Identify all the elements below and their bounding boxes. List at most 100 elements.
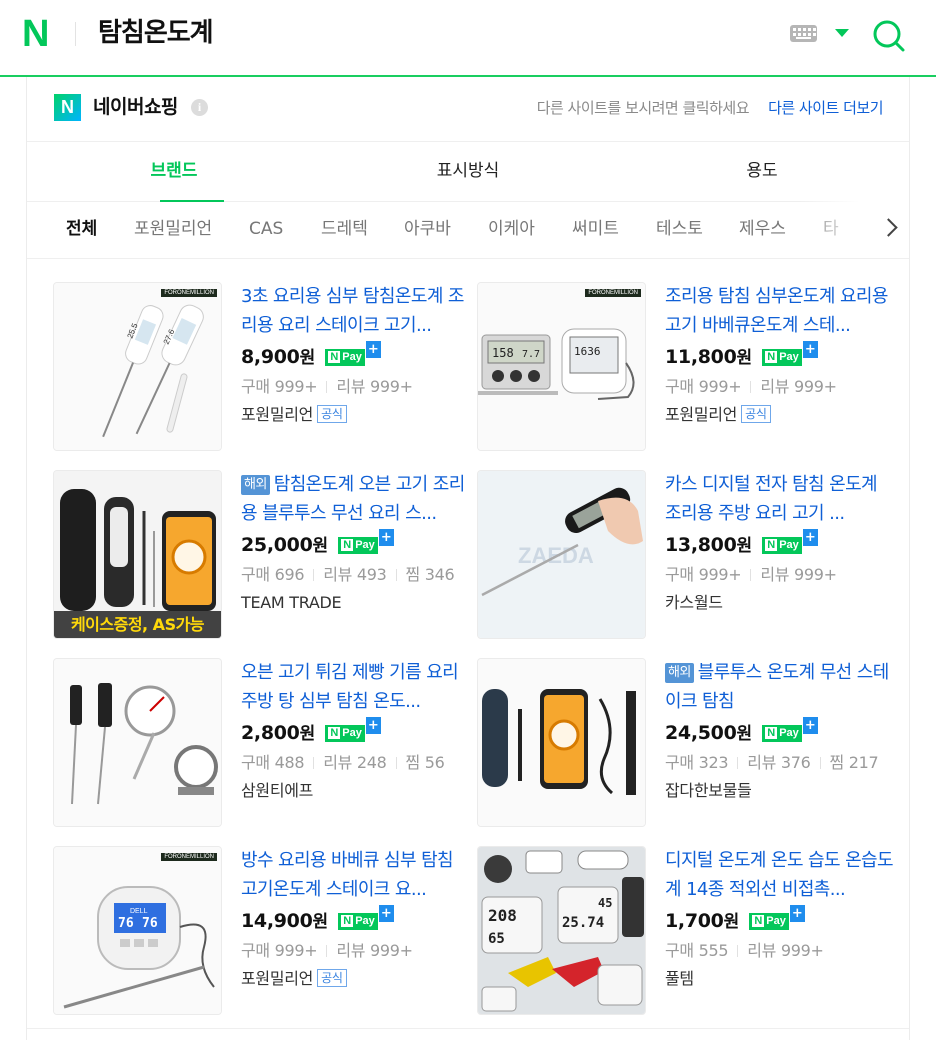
tab-brand[interactable]: 브랜드 xyxy=(27,141,321,202)
currency-unit: 원 xyxy=(736,348,753,368)
product-price: 14,900 xyxy=(241,910,313,932)
product-stats: 구매 999+ 리뷰 999+ xyxy=(241,940,469,962)
product-title[interactable]: 해외 블루투스 온도계 무선 스테이크 탐침 xyxy=(665,658,893,716)
brand-watermark: FORONEMILLION xyxy=(585,289,641,297)
seller-name[interactable]: 풀템 xyxy=(665,969,694,988)
seller-name[interactable]: 포원밀리언 xyxy=(241,405,313,424)
product-item[interactable]: 케이스증정, AS가능 해외 탐침온도계 오븐 고기 조리용 블루투스 무선 요리… xyxy=(53,470,473,640)
product-item[interactable]: 76 76 DELL FORONEMILLION 방수 요리용 바베큐 심부 탐… xyxy=(53,846,473,1016)
section-title[interactable]: 네이버쇼핑 xyxy=(93,94,178,121)
product-item[interactable]: 208 65 25.74 45 디지털 온도계 온도 습도 온습도계 14종 적… xyxy=(477,846,897,1016)
product-price: 13,800 xyxy=(665,534,737,556)
product-title[interactable]: 조리용 탐침 심부온도계 요리용 고기 바베큐온도계 스테... xyxy=(665,282,893,340)
plus-icon: + xyxy=(378,905,394,922)
category-tabs: 브랜드 표시방식 용도 xyxy=(27,141,909,202)
npay-plus-badge: N Pay + xyxy=(749,905,805,930)
wireless-meat-thermometer-image xyxy=(478,659,645,826)
product-thumbnail[interactable]: 208 65 25.74 45 xyxy=(477,846,646,1015)
product-info: 방수 요리용 바베큐 심부 탐침 고기온도계 스테이크 요... 14,900원… xyxy=(241,846,469,990)
seller-name[interactable]: 카스월드 xyxy=(665,593,723,612)
review-count[interactable]: 리뷰 999+ xyxy=(747,941,824,960)
more-sites-link[interactable]: 다른 사이트 더보기 xyxy=(768,97,883,119)
dropdown-caret-icon[interactable] xyxy=(835,29,849,37)
seller-name[interactable]: 포원밀리언 xyxy=(241,969,313,988)
seller-name[interactable]: 삼원티에프 xyxy=(241,781,313,800)
keyboard-icon[interactable] xyxy=(790,25,817,42)
product-title-text[interactable]: 디지털 온도계 온도 습도 온습도계 14종 적외선 비접촉... xyxy=(665,850,893,900)
seller-row: 포원밀리언 공식 xyxy=(241,968,469,990)
purchase-count: 구매 999+ xyxy=(665,377,742,396)
tab-display-type[interactable]: 표시방식 xyxy=(321,141,615,201)
product-thumbnail[interactable] xyxy=(477,658,646,827)
filter-chip[interactable]: 드레텍 xyxy=(321,201,368,258)
review-count[interactable]: 리뷰 376 xyxy=(747,753,811,772)
review-count[interactable]: 리뷰 999+ xyxy=(336,377,413,396)
product-title[interactable]: 3초 요리용 심부 탐침온도계 조리용 요리 스테이크 고기... xyxy=(241,282,469,340)
brand-filter-row: 전체 포원밀리언 CAS 드레텍 아쿠바 이케아 써미트 테스토 제우스 타 xyxy=(27,201,909,259)
product-thumbnail[interactable] xyxy=(53,658,222,827)
product-title-text[interactable]: 조리용 탐침 심부온도계 요리용 고기 바베큐온도계 스테... xyxy=(665,286,888,336)
tab-usage[interactable]: 용도 xyxy=(615,141,909,201)
review-count[interactable]: 리뷰 493 xyxy=(323,565,387,584)
purchase-count: 구매 999+ xyxy=(241,377,318,396)
tab-label: 브랜드 xyxy=(150,161,198,181)
seller-row: TEAM TRADE xyxy=(241,592,469,614)
product-thumbnail[interactable]: 25.5 27.6 FORONEMILLION xyxy=(53,282,222,451)
lcd-reading: 76 xyxy=(118,916,134,931)
price-row: 25,000원 N Pay + xyxy=(241,529,469,557)
filter-chip[interactable]: 포원밀리언 xyxy=(134,201,212,258)
product-thumbnail[interactable]: 158 7.7 1636 FORONEMILLION xyxy=(477,282,646,451)
product-item[interactable]: 158 7.7 1636 FORONEMILLION 조리용 탐침 심부온도계 … xyxy=(477,282,897,452)
review-count[interactable]: 리뷰 999+ xyxy=(336,941,413,960)
search-query[interactable]: 탐침온도계 xyxy=(98,15,214,51)
product-item[interactable]: 오븐 고기 튀김 제빵 기름 요리 주방 탕 심부 탐침 온도... 2,800… xyxy=(53,658,473,828)
info-icon[interactable]: i xyxy=(191,99,208,116)
price-row: 13,800원 N Pay + xyxy=(665,529,893,557)
product-title-text[interactable]: 방수 요리용 바베큐 심부 탐침 고기온도계 스테이크 요... xyxy=(241,850,454,900)
product-title[interactable]: 오븐 고기 튀김 제빵 기름 요리 주방 탕 심부 탐침 온도... xyxy=(241,658,469,716)
review-count[interactable]: 리뷰 999+ xyxy=(760,377,837,396)
product-title[interactable]: 방수 요리용 바베큐 심부 탐침 고기온도계 스테이크 요... xyxy=(241,846,469,904)
product-item[interactable]: ZAEDA 카스 디지털 전자 탐침 온도계 조리용 주방 요리 고기 ... … xyxy=(477,470,897,640)
overseas-badge: 해외 xyxy=(665,663,694,683)
purchase-count: 구매 555 xyxy=(665,941,729,960)
purchase-count: 구매 323 xyxy=(665,753,729,772)
product-thumbnail[interactable]: 케이스증정, AS가능 xyxy=(53,470,222,639)
purchase-count: 구매 488 xyxy=(241,753,305,772)
product-price: 8,900 xyxy=(241,346,300,368)
product-thumbnail[interactable]: ZAEDA xyxy=(477,470,646,639)
search-icon[interactable] xyxy=(872,19,906,53)
seller-name[interactable]: 포원밀리언 xyxy=(665,405,737,424)
product-item[interactable]: 25.5 27.6 FORONEMILLION 3초 요리용 심부 탐침온도계 … xyxy=(53,282,473,452)
product-title-text[interactable]: 탐침온도계 오븐 고기 조리용 블루투스 무선 요리 스... xyxy=(241,474,465,524)
product-title-text[interactable]: 블루투스 온도계 무선 스테이크 탐침 xyxy=(665,662,889,712)
hygrometer-collection-image: 208 65 25.74 45 xyxy=(478,847,645,1014)
product-title-text[interactable]: 오븐 고기 튀김 제빵 기름 요리 주방 탕 심부 탐침 온도... xyxy=(241,662,459,712)
filter-chip[interactable]: 써미트 xyxy=(572,201,619,258)
filter-chip[interactable]: 아쿠바 xyxy=(404,201,451,258)
official-badge: 공식 xyxy=(317,969,347,987)
seller-name[interactable]: TEAM TRADE xyxy=(241,593,342,612)
product-title-text[interactable]: 3초 요리용 심부 탐침온도계 조리용 요리 스테이크 고기... xyxy=(241,286,464,336)
plus-icon: + xyxy=(378,529,394,546)
product-title[interactable]: 디지털 온도계 온도 습도 온습도계 14종 적외선 비접촉... xyxy=(665,846,893,904)
naver-logo[interactable]: N xyxy=(22,14,49,54)
filter-chip[interactable]: CAS xyxy=(249,201,283,258)
review-count[interactable]: 리뷰 999+ xyxy=(760,565,837,584)
official-badge: 공식 xyxy=(317,405,347,423)
filter-chip[interactable]: 제우스 xyxy=(739,201,786,258)
filter-chip[interactable]: 이케아 xyxy=(488,201,535,258)
filter-chip-all[interactable]: 전체 xyxy=(66,201,97,258)
seller-name[interactable]: 잡다한보물들 xyxy=(665,781,752,800)
review-count[interactable]: 리뷰 248 xyxy=(323,753,387,772)
product-title-text[interactable]: 카스 디지털 전자 탐침 온도계 조리용 주방 요리 고기 ... xyxy=(665,474,878,524)
thermometer-timer-image: 158 7.7 1636 xyxy=(478,283,645,450)
product-price: 1,700 xyxy=(665,910,724,932)
purchase-count: 구매 696 xyxy=(241,565,305,584)
product-stats: 구매 696 리뷰 493 찜 346 xyxy=(241,564,469,586)
filter-chip[interactable]: 테스토 xyxy=(656,201,703,258)
product-title[interactable]: 카스 디지털 전자 탐침 온도계 조리용 주방 요리 고기 ... xyxy=(665,470,893,528)
product-item[interactable]: 해외 블루투스 온도계 무선 스테이크 탐침 24,500원 N Pay + 구매 3… xyxy=(477,658,897,828)
product-thumbnail[interactable]: 76 76 DELL FORONEMILLION xyxy=(53,846,222,1015)
product-title[interactable]: 해외 탐침온도계 오븐 고기 조리용 블루투스 무선 요리 스... xyxy=(241,470,469,528)
